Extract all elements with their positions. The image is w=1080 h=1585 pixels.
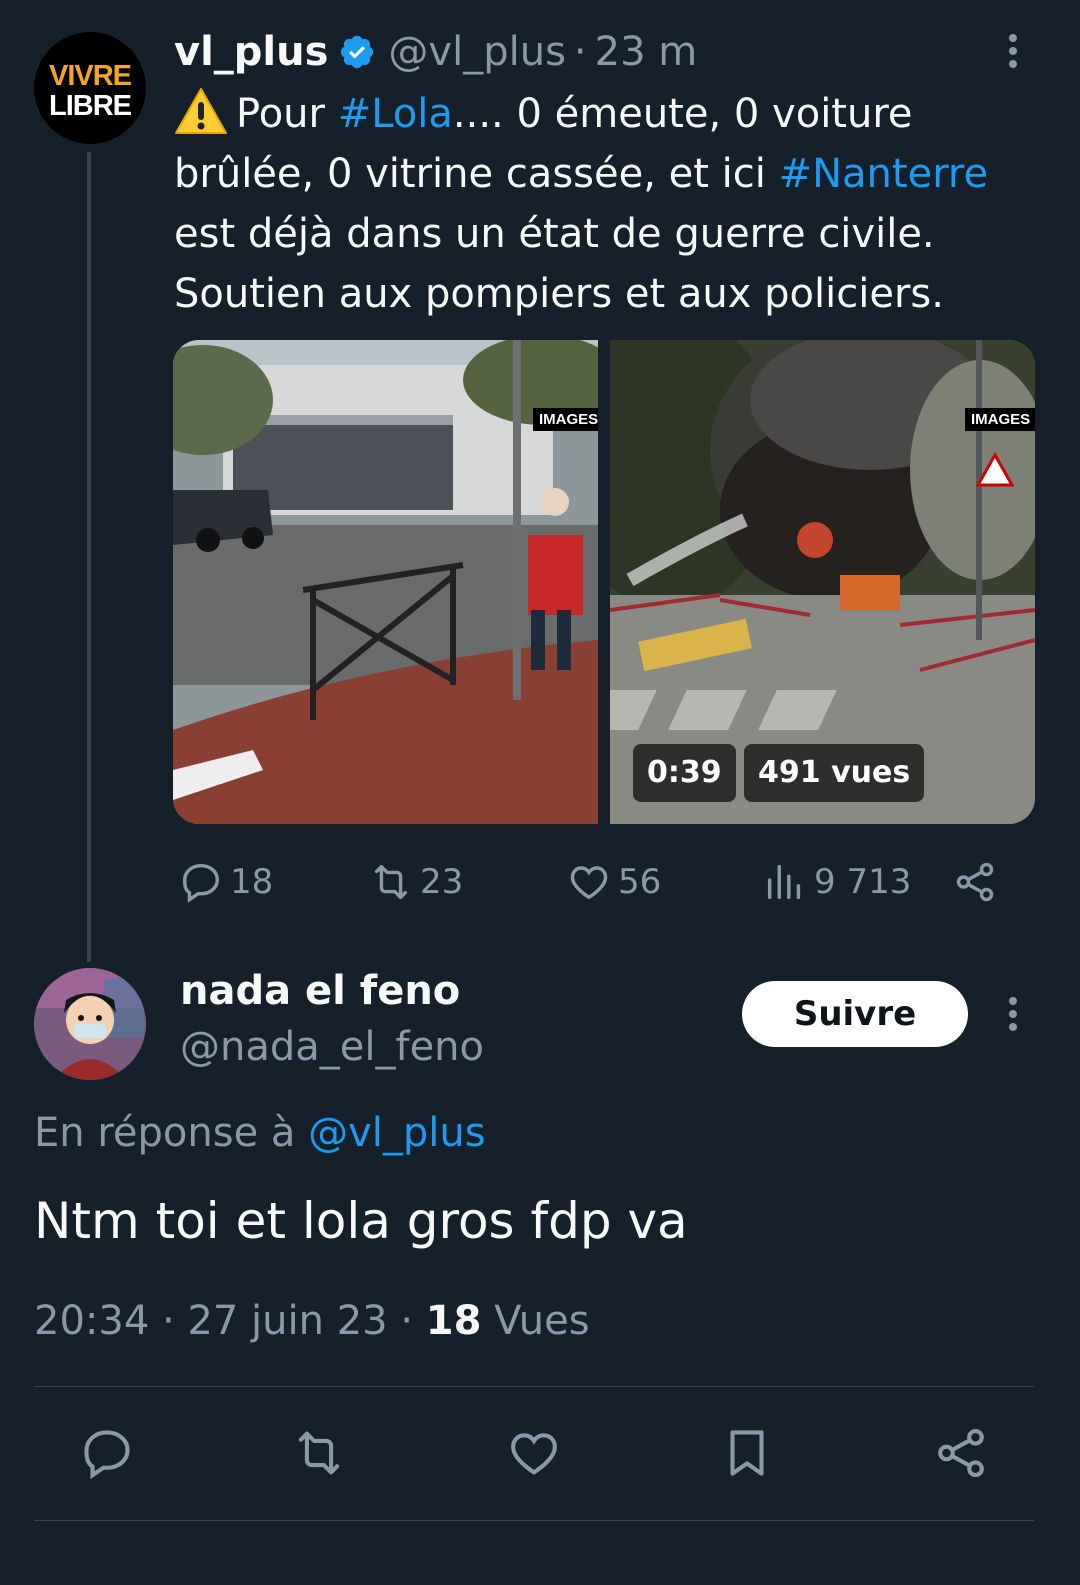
share-action[interactable] — [952, 852, 1004, 912]
views-count: 9 713 — [814, 862, 912, 902]
meta-separator: · — [162, 1298, 175, 1344]
views-icon — [767, 864, 801, 900]
like-icon — [570, 866, 608, 900]
reply-meta: 20:34 · 27 juin 23 · 18 Vues — [34, 1298, 590, 1344]
follow-button[interactable]: Suivre — [742, 981, 968, 1047]
share-icon[interactable] — [932, 1424, 990, 1482]
replying-to-prefix: En réponse à — [34, 1110, 309, 1156]
retweet-icon — [374, 864, 408, 900]
reply-views-count: 18 — [425, 1298, 482, 1344]
parent-display-name[interactable]: vl_plus — [174, 29, 328, 75]
tweet-text-part: Pour — [236, 91, 338, 137]
reply-icon[interactable] — [78, 1424, 136, 1482]
meta-separator: · — [400, 1298, 414, 1344]
thread-connector-line — [87, 152, 91, 962]
tweet-text-part: est déjà dans un état de guerre civile. … — [174, 211, 944, 317]
header-separator: · — [573, 29, 587, 75]
bookmark-icon[interactable] — [718, 1424, 776, 1482]
more-options-icon[interactable] — [998, 32, 1028, 70]
divider — [34, 1386, 1034, 1387]
parent-tweet-text: Pour #Lola.... 0 émeute, 0 voiture brûlé… — [174, 84, 1044, 324]
avatar-logo-text-line1: VIVRE — [48, 60, 132, 92]
views-action[interactable]: 9 713 — [762, 852, 911, 912]
reply-tweet-text: Ntm toi et lola gros fdp va — [34, 1192, 688, 1250]
hashtag-lola-link[interactable]: #Lola — [338, 91, 453, 137]
reply-handle[interactable]: @nada_el_feno — [180, 1024, 484, 1070]
avatar-logo-text-line2: LIBRE — [49, 90, 132, 122]
hashtag-nanterre-link[interactable]: #Nanterre — [779, 151, 989, 197]
video-duration-badge: 0:39 — [633, 744, 736, 802]
video-thumbnail-street[interactable]: IMAGES — [173, 340, 598, 824]
tweet-media-grid: IMAGES IMAGES 0:39 491 vues — [173, 340, 1035, 824]
reply-views-label: Vues — [494, 1298, 590, 1344]
retweet-icon[interactable] — [290, 1424, 348, 1482]
reply-display-name[interactable]: nada el feno — [180, 968, 460, 1014]
like-action[interactable]: 56 — [566, 852, 661, 912]
images-watermark: IMAGES — [533, 408, 598, 431]
more-options-icon[interactable] — [998, 995, 1028, 1033]
verified-badge-icon — [338, 33, 376, 71]
parent-handle[interactable]: @vl_plus — [388, 29, 565, 75]
divider — [34, 1520, 1034, 1521]
replying-to-line: En réponse à @vl_plus — [34, 1110, 486, 1156]
nada-el-feno-avatar[interactable] — [34, 968, 146, 1080]
retweet-count: 23 — [420, 862, 464, 902]
reply-date[interactable]: 27 juin 23 — [187, 1298, 387, 1344]
reply-time[interactable]: 20:34 — [34, 1298, 149, 1344]
video-views-badge: 491 vues — [744, 744, 925, 802]
images-watermark: IMAGES — [965, 408, 1035, 431]
replying-to-handle-link[interactable]: @vl_plus — [308, 1110, 485, 1156]
like-icon[interactable] — [505, 1424, 563, 1482]
retweet-action[interactable]: 23 — [368, 852, 463, 912]
reply-icon — [182, 863, 220, 903]
vl-plus-avatar[interactable]: VIVRE LIBRE — [34, 32, 146, 144]
like-count: 56 — [618, 862, 662, 902]
reply-count: 18 — [230, 862, 274, 902]
warning-emoji-icon — [174, 87, 228, 135]
parent-tweet-header: vl_plus @vl_plus · 23 m — [174, 22, 697, 82]
reply-action[interactable]: 18 — [178, 852, 273, 912]
parent-timestamp[interactable]: 23 m — [595, 29, 698, 75]
video-thumbnail-fire[interactable]: IMAGES 0:39 491 vues — [610, 340, 1035, 824]
share-icon — [956, 862, 994, 902]
